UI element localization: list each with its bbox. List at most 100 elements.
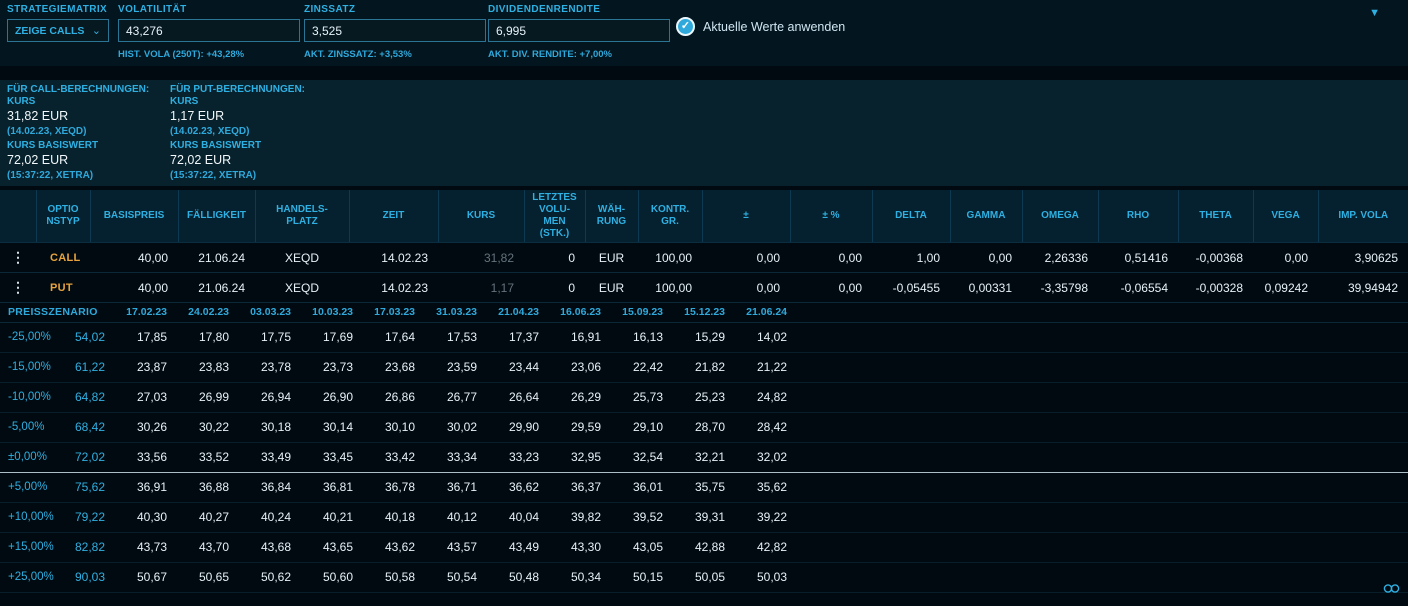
scenario-value-1: 17,80 <box>170 322 232 352</box>
cell-plus-minus-pct: 0,00 <box>790 273 872 303</box>
scenario-value-3: 26,90 <box>294 382 356 412</box>
options-header-menu <box>0 190 36 243</box>
call-info-column: FÜR CALL-BERECHNUNGEN: KURS 31,82 EUR (1… <box>7 84 149 184</box>
scenario-value-6: 43,49 <box>480 532 542 562</box>
scenario-row: -25,00%54,0217,8517,8017,7517,6917,6417,… <box>0 322 1408 352</box>
strategie-field: STRATEGIEMATRIX ZEIGE CALLS ⌄ <box>7 4 109 42</box>
cell-theta: -0,00328 <box>1178 273 1253 303</box>
dividendenrendite-input[interactable] <box>488 19 670 42</box>
aktuelle-werte-toggle[interactable]: ✓ Aktuelle Werte anwenden <box>676 17 845 36</box>
option-row-call: ⋮CALL40,0021.06.24XEQD14.02.2331,820EUR1… <box>0 243 1408 273</box>
scenario-value-7: 39,82 <box>542 502 604 532</box>
scenario-value-8: 32,54 <box>604 442 666 472</box>
info-panel: FÜR CALL-BERECHNUNGEN: KURS 31,82 EUR (1… <box>0 80 1408 186</box>
cell-rho: 0,51416 <box>1098 243 1178 273</box>
scenario-value-2: 30,18 <box>232 412 294 442</box>
scenario-percent: +25,00% <box>0 562 62 592</box>
strategiematrix-app: STRATEGIEMATRIX ZEIGE CALLS ⌄ VOLATILITÄ… <box>0 0 1408 606</box>
scenario-value-4: 30,10 <box>356 412 418 442</box>
scenario-value-8: 50,15 <box>604 562 666 592</box>
scenario-value-1: 30,22 <box>170 412 232 442</box>
put-info-title: FÜR PUT-BERECHNUNGEN: <box>170 84 305 95</box>
scenario-value-0: 27,03 <box>108 382 170 412</box>
scenario-value-1: 40,27 <box>170 502 232 532</box>
scenario-row-filler <box>790 532 1408 562</box>
scenario-value-3: 40,21 <box>294 502 356 532</box>
cell-letztes-volumen: 0 <box>524 243 585 273</box>
scenario-percent: -5,00% <box>0 412 62 442</box>
cell-kontr-gr: 100,00 <box>638 243 702 273</box>
scenario-value-0: 43,73 <box>108 532 170 562</box>
scenario-value-2: 40,24 <box>232 502 294 532</box>
scenario-value-10: 21,22 <box>728 352 790 382</box>
preisszenario-label: PREISSZENARIO <box>0 303 108 322</box>
check-icon: ✓ <box>676 17 695 36</box>
scenario-value-6: 17,37 <box>480 322 542 352</box>
scenario-value-8: 36,01 <box>604 472 666 502</box>
scenario-value-9: 39,31 <box>666 502 728 532</box>
scenario-value-0: 40,30 <box>108 502 170 532</box>
row-menu-icon[interactable]: ⋮ <box>0 273 36 303</box>
column-header-theta: THETA <box>1178 190 1253 243</box>
scenario-value-2: 43,68 <box>232 532 294 562</box>
cell-gamma: 0,00 <box>950 243 1022 273</box>
scenario-value-10: 32,02 <box>728 442 790 472</box>
scenario-value-6: 23,44 <box>480 352 542 382</box>
scenario-date-9: 15.12.23 <box>666 303 728 322</box>
row-menu-icon[interactable]: ⋮ <box>0 243 36 273</box>
dividendenrendite-field: DIVIDENDENRENDITE AKT. DIV. RENDITE: +7,… <box>488 4 670 60</box>
call-info-title: FÜR CALL-BERECHNUNGEN: <box>7 84 149 95</box>
scenario-value-4: 23,68 <box>356 352 418 382</box>
cell-omega: -3,35798 <box>1022 273 1098 303</box>
link-icon[interactable] <box>1383 581 1400 599</box>
put-info-column: FÜR PUT-BERECHNUNGEN: KURS 1,17 EUR (14.… <box>170 84 305 184</box>
scenario-value-1: 36,88 <box>170 472 232 502</box>
scenario-value-5: 17,53 <box>418 322 480 352</box>
scenario-value-9: 21,82 <box>666 352 728 382</box>
cell-letztes-volumen: 0 <box>524 273 585 303</box>
scenario-value-6: 40,04 <box>480 502 542 532</box>
zinssatz-input[interactable] <box>304 19 486 42</box>
scenario-value-0: 17,85 <box>108 322 170 352</box>
column-header-gamma: GAMMA <box>950 190 1022 243</box>
collapse-panel-icon[interactable]: ▼ <box>1369 7 1380 19</box>
scenario-value-10: 24,82 <box>728 382 790 412</box>
scenario-row: ±0,00%72,0233,5633,5233,4933,4533,4233,3… <box>0 442 1408 472</box>
call-kurs-label: KURS <box>7 96 149 107</box>
call-basiswert-meta: (15:37:22, XETRA) <box>7 170 149 181</box>
scenario-value-6: 50,48 <box>480 562 542 592</box>
scenario-percent: +5,00% <box>0 472 62 502</box>
scenario-table: PREISSZENARIO17.02.2324.02.2303.03.2310.… <box>0 303 1408 593</box>
scenario-value-9: 25,23 <box>666 382 728 412</box>
scenario-value-8: 22,42 <box>604 352 666 382</box>
cell-faelligkeit: 21.06.24 <box>178 243 255 273</box>
scenario-value-2: 26,94 <box>232 382 294 412</box>
scenario-percent: -15,00% <box>0 352 62 382</box>
scenario-value-6: 29,90 <box>480 412 542 442</box>
scenario-row-filler <box>790 442 1408 472</box>
cell-plus-minus: 0,00 <box>702 273 790 303</box>
scenario-header-filler <box>790 303 1408 322</box>
call-basiswert-label: KURS BASISWERT <box>7 140 149 151</box>
column-header-kontr-gr: KONTR. GR. <box>638 190 702 243</box>
zeige-calls-select[interactable]: ZEIGE CALLS ⌄ <box>7 19 109 42</box>
scenario-value-0: 30,26 <box>108 412 170 442</box>
scenario-row: +10,00%79,2240,3040,2740,2440,2140,1840,… <box>0 502 1408 532</box>
scenario-percent: +10,00% <box>0 502 62 532</box>
scenario-value-4: 17,64 <box>356 322 418 352</box>
scenario-value-10: 42,82 <box>728 532 790 562</box>
cell-rho: -0,06554 <box>1098 273 1178 303</box>
scenario-value-9: 42,88 <box>666 532 728 562</box>
scenario-row-filler <box>790 472 1408 502</box>
column-header-kurs: KURS <box>438 190 524 243</box>
cell-handelsplatz: XEQD <box>255 243 349 273</box>
volatilitaet-input[interactable] <box>118 19 300 42</box>
options-table-body: ⋮CALL40,0021.06.24XEQD14.02.2331,820EUR1… <box>0 243 1408 303</box>
put-kurs-label: KURS <box>170 96 305 107</box>
put-basiswert-label: KURS BASISWERT <box>170 140 305 151</box>
scenario-value-6: 36,62 <box>480 472 542 502</box>
scenario-value-2: 23,78 <box>232 352 294 382</box>
column-header-zeit: ZEIT <box>349 190 438 243</box>
scenario-value-6: 33,23 <box>480 442 542 472</box>
scenario-value-8: 25,73 <box>604 382 666 412</box>
